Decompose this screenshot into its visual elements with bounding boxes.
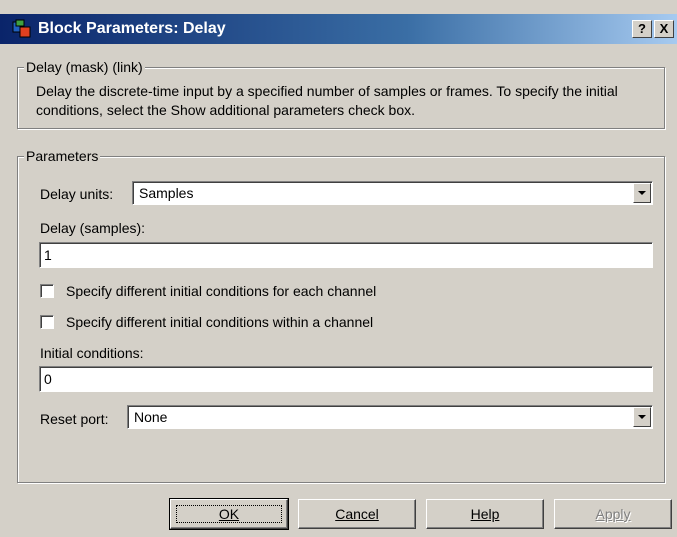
title-bar[interactable]: Block Parameters: Delay ? X — [0, 14, 677, 44]
mask-groupbox-label: Delay (mask) (link) — [24, 59, 145, 75]
reset-port-dropdown[interactable]: None — [127, 405, 653, 429]
initial-conditions-label: Initial conditions: — [40, 345, 144, 361]
mask-description: Delay the discrete-time input by a speci… — [36, 83, 618, 118]
help-button-label: Help — [470, 506, 500, 522]
parameters-groupbox-label: Parameters — [24, 148, 101, 164]
checkbox-each-channel-label: Specify different initial conditions for… — [66, 283, 377, 299]
cancel-button-label: Cancel — [335, 506, 379, 522]
block-parameters-dialog: Block Parameters: Delay ? X Delay (mask)… — [0, 0, 677, 537]
reset-port-value: None — [134, 409, 168, 425]
chevron-down-icon[interactable] — [633, 407, 651, 427]
help-icon[interactable]: ? — [632, 20, 652, 38]
focus-rect — [176, 505, 282, 523]
ok-button[interactable]: OK — [169, 498, 289, 530]
checkbox-within-channel-row[interactable]: Specify different initial conditions wit… — [40, 314, 373, 330]
close-icon[interactable]: X — [654, 20, 674, 38]
cancel-button[interactable]: Cancel — [298, 499, 416, 529]
checkbox-within-channel[interactable] — [40, 315, 54, 329]
checkbox-each-channel[interactable] — [40, 284, 54, 298]
apply-button-label: Apply — [595, 506, 631, 522]
delay-units-value: Samples — [139, 185, 194, 201]
delay-samples-input[interactable]: 1 — [39, 242, 653, 268]
delay-samples-label: Delay (samples): — [40, 220, 146, 236]
checkbox-within-channel-label: Specify different initial conditions wit… — [66, 314, 374, 330]
help-button[interactable]: Help — [426, 499, 544, 529]
window-title: Block Parameters: Delay — [38, 20, 226, 37]
initial-conditions-input[interactable]: 0 — [39, 366, 653, 392]
delay-units-label: Delay units: — [40, 186, 114, 202]
chevron-down-icon[interactable] — [633, 183, 651, 203]
apply-button[interactable]: Apply — [554, 499, 672, 529]
simulink-block-icon — [12, 19, 32, 39]
delay-units-dropdown[interactable]: Samples — [132, 181, 653, 205]
checkbox-each-channel-row[interactable]: Specify different initial conditions for… — [40, 283, 376, 299]
reset-port-label: Reset port: — [40, 411, 109, 427]
